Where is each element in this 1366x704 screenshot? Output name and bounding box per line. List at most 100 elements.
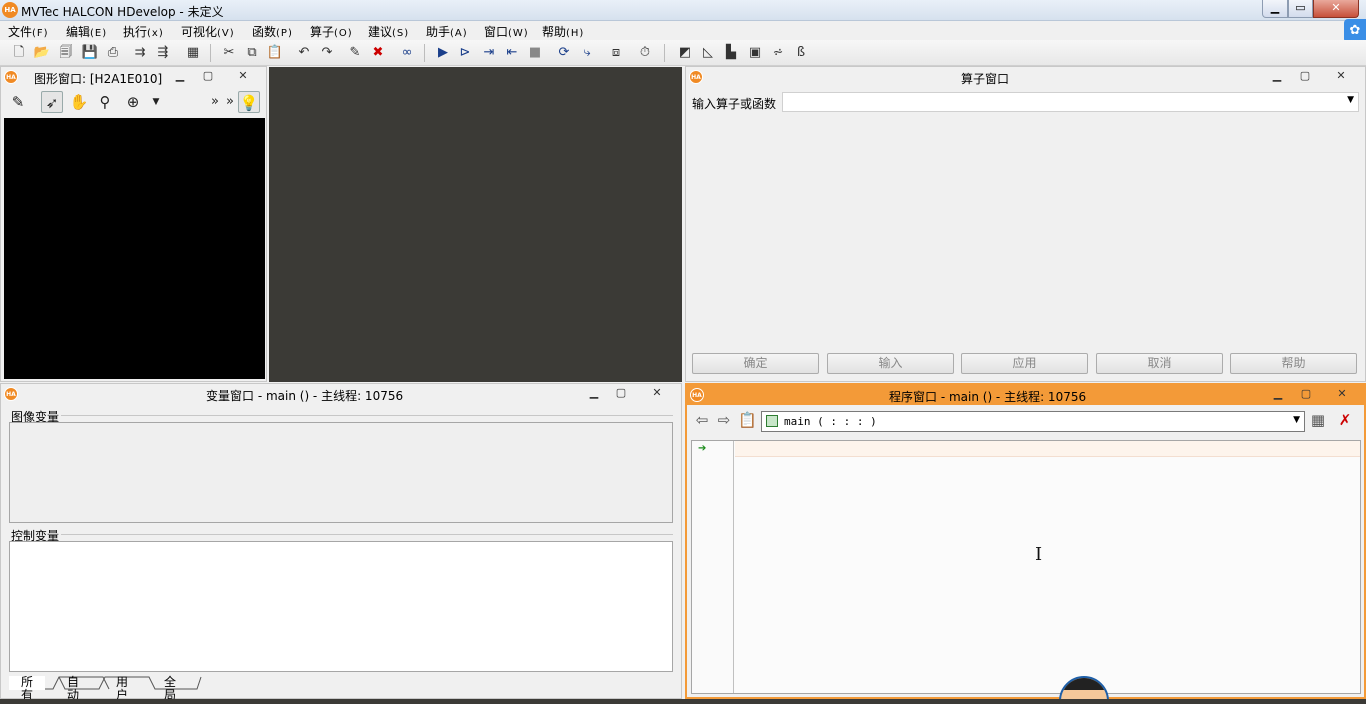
insert-image-icon[interactable]: ▦ xyxy=(184,44,202,62)
menu-help[interactable]: 帮助(H) xyxy=(542,23,584,40)
histogram-icon[interactable]: ◺ xyxy=(699,44,717,62)
step-back-icon[interactable]: ⇤ xyxy=(503,44,521,62)
menu-visualization[interactable]: 可视化(V) xyxy=(181,23,235,40)
graphics-icon[interactable]: ◩ xyxy=(676,44,694,62)
pointer-icon[interactable]: ➶ xyxy=(41,91,63,113)
apply-button[interactable]: 应用 xyxy=(961,353,1088,374)
magnify-icon[interactable]: ⊕ xyxy=(122,91,144,113)
menu-file[interactable]: 文件(F) xyxy=(8,23,49,40)
maximize-icon[interactable]: ▭ xyxy=(1288,0,1313,18)
control-variables-panel[interactable] xyxy=(9,541,673,672)
operator-search-combo[interactable]: ▼ xyxy=(782,92,1359,112)
activate-icon[interactable]: ✎ xyxy=(346,44,364,62)
print-icon[interactable]: ⎙ xyxy=(104,44,122,62)
menu-suggestions[interactable]: 建议(S) xyxy=(368,23,409,40)
tab-auto[interactable]: 自动 xyxy=(55,676,91,702)
workspace-background xyxy=(269,67,682,382)
image-variables-panel[interactable] xyxy=(9,422,673,523)
edit-icon[interactable]: ✎ xyxy=(7,91,29,113)
run-icon[interactable]: ▶ xyxy=(434,44,452,62)
maximize-icon[interactable]: ▢ xyxy=(1297,69,1313,83)
step-procedure-icon[interactable]: ⧈ xyxy=(607,44,625,62)
help-button[interactable]: 帮助 xyxy=(1230,353,1357,374)
menu-assistants[interactable]: 助手(A) xyxy=(426,23,468,40)
back-arrow-icon[interactable]: ⇦ xyxy=(693,411,711,429)
export-icon[interactable]: ⇉ xyxy=(131,44,149,62)
close-icon[interactable]: ✕ xyxy=(649,386,665,400)
operator-window-header: HA 算子窗口 ▁ ▢ ✕ xyxy=(686,67,1365,87)
gray-histogram-icon[interactable]: ⩫ xyxy=(769,44,787,62)
ocr-icon[interactable]: ß xyxy=(792,44,810,62)
copy-icon[interactable]: ⧉ xyxy=(243,44,261,62)
maximize-icon[interactable]: ▢ xyxy=(1298,387,1314,401)
app-logo-icon: HA xyxy=(2,2,18,18)
graphics-window-title: 图形窗口: [H2A1E010] xyxy=(34,72,163,86)
close-icon[interactable]: ✕ xyxy=(1313,0,1359,18)
line-profile-icon[interactable]: ▙ xyxy=(722,44,740,62)
menu-execute[interactable]: 执行(x) xyxy=(123,23,164,40)
program-editor[interactable]: ➔ xyxy=(691,440,1361,694)
cancel-button[interactable]: 取消 xyxy=(1096,353,1223,374)
menu-edit[interactable]: 编辑(E) xyxy=(66,23,107,40)
open-example-icon[interactable]: 🗐 xyxy=(57,44,75,62)
procedure-selector[interactable]: main ( : : : ) ▼ xyxy=(761,411,1305,432)
toolbar-separator xyxy=(424,44,425,62)
graphics-canvas[interactable] xyxy=(4,118,265,379)
tab-user[interactable]: 用户 xyxy=(104,676,140,702)
halcon-logo-icon: HA xyxy=(4,387,18,401)
cut-icon[interactable]: ✂ xyxy=(220,44,238,62)
maximize-icon[interactable]: ▢ xyxy=(200,69,216,83)
minimize-icon[interactable]: ▁ xyxy=(586,386,602,400)
tab-all[interactable]: 所有 xyxy=(9,676,46,702)
halcon-logo-icon: HA xyxy=(4,70,18,84)
edit-procedure-icon[interactable]: ▦ xyxy=(1309,411,1327,429)
execute-icon[interactable]: ⤷ xyxy=(578,44,596,62)
timer-icon[interactable]: ⏱ xyxy=(636,44,654,62)
paste-icon[interactable]: 📋 xyxy=(266,44,284,62)
hand-icon[interactable]: ✋ xyxy=(68,91,90,113)
forward-arrow-icon[interactable]: ⇨ xyxy=(715,411,733,429)
minimize-icon[interactable]: ▁ xyxy=(1270,387,1286,401)
tab-global[interactable]: 全局 xyxy=(152,676,188,702)
graphics-window: HA 图形窗口: [H2A1E010] ▁ ▢ ✕ ✎ ➶ ✋ ⚲ ⊕ ▼ » … xyxy=(0,66,267,382)
line-gutter[interactable]: ➔ xyxy=(692,441,734,693)
step-forward-icon[interactable]: ⇥ xyxy=(480,44,498,62)
stop-icon[interactable]: ■ xyxy=(526,44,544,62)
region-features-icon[interactable]: ▣ xyxy=(746,44,764,62)
maximize-icon[interactable]: ▢ xyxy=(613,386,629,400)
redo-icon[interactable]: ↷ xyxy=(318,44,336,62)
menu-procedures[interactable]: 函数(P) xyxy=(252,23,293,40)
menu-operators[interactable]: 算子(O) xyxy=(310,23,353,40)
minimize-icon[interactable]: ▁ xyxy=(1262,0,1288,18)
procedure-name: main ( : : : ) xyxy=(784,415,877,428)
enter-button[interactable]: 输入 xyxy=(827,353,954,374)
minimize-icon[interactable]: ▁ xyxy=(1269,69,1285,83)
open-file-icon[interactable]: 📂 xyxy=(33,44,51,62)
reset-icon[interactable]: ⟳ xyxy=(555,44,573,62)
delete-procedure-icon[interactable]: ✗ xyxy=(1336,411,1354,429)
ok-button[interactable]: 确定 xyxy=(692,353,819,374)
zoom-icon[interactable]: ⚲ xyxy=(94,91,116,113)
magnify-dropdown-icon[interactable]: ▼ xyxy=(145,91,167,113)
program-window-header: HA 程序窗口 - main () - 主线程: 10756 ▁ ▢ ✕ xyxy=(687,385,1364,405)
step-over-icon[interactable]: ⊳ xyxy=(456,44,474,62)
minimize-icon[interactable]: ▁ xyxy=(172,69,188,83)
zoom-binoculars-icon[interactable]: ∞ xyxy=(398,44,416,62)
graphics-window-header: HA 图形窗口: [H2A1E010] ▁ ▢ ✕ xyxy=(1,67,266,87)
current-line[interactable] xyxy=(735,441,1360,457)
menu-window[interactable]: 窗口(W) xyxy=(484,23,529,40)
variable-window-title: 变量窗口 - main () - 主线程: 10756 xyxy=(206,389,404,403)
undo-icon[interactable]: ↶ xyxy=(295,44,313,62)
close-icon[interactable]: ✕ xyxy=(1333,69,1349,83)
close-icon[interactable]: ✕ xyxy=(235,69,251,83)
chevron-down-icon[interactable]: ▼ xyxy=(1293,415,1300,425)
import-icon[interactable]: ⇶ xyxy=(154,44,172,62)
variable-window-header: HA 变量窗口 - main () - 主线程: 10756 ▁ ▢ ✕ xyxy=(1,384,681,404)
new-file-icon[interactable]: 🗋 xyxy=(10,44,28,62)
procedure-clipboard-icon[interactable]: 📋 xyxy=(738,411,757,429)
light-bulb-icon[interactable]: 💡 xyxy=(238,91,260,113)
save-icon[interactable]: 💾 xyxy=(81,44,99,62)
deactivate-icon[interactable]: ✖ xyxy=(369,44,387,62)
close-icon[interactable]: ✕ xyxy=(1334,387,1350,401)
chevron-down-icon[interactable]: ▼ xyxy=(1347,95,1354,105)
